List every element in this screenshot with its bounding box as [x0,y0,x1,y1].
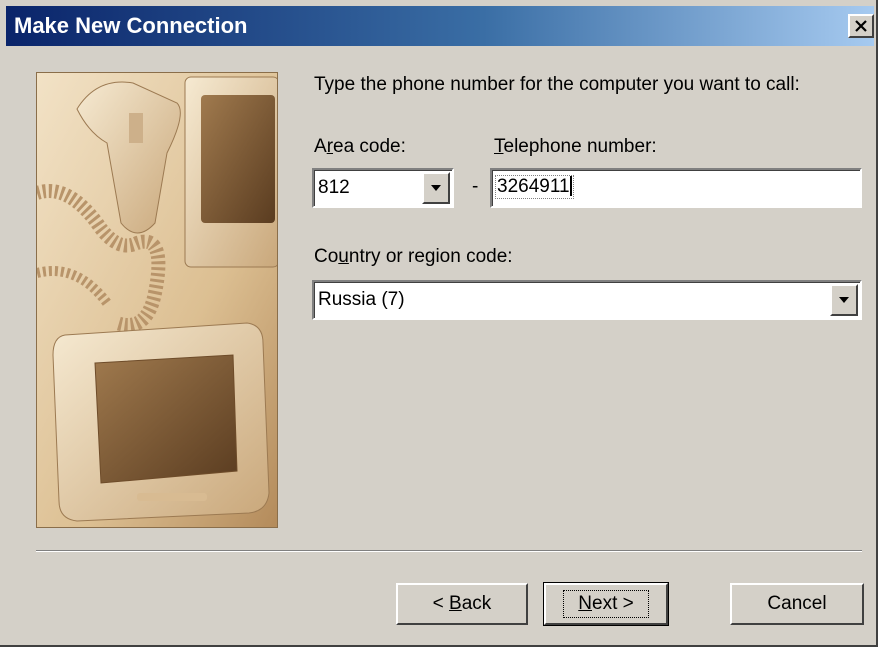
area-code-label-rest: ea code: [333,136,406,157]
chevron-down-icon [430,179,442,197]
telephone-accelerator: T [494,136,504,157]
area-code-label: Area code: [314,136,406,158]
back-button[interactable]: < Back [396,583,528,625]
window-title: Make New Connection [14,13,248,38]
telephone-number-value: 3264911 [495,175,574,199]
telephone-label-rest: elephone number: [503,136,657,157]
area-code-value: 812 [318,177,350,198]
telephone-number-input[interactable]: 3264911 [490,168,862,208]
country-region-select[interactable]: Russia (7) [312,280,862,320]
country-label: Country or region code: [314,246,513,268]
back-button-label: < Back [433,593,492,615]
chevron-down-icon [838,291,850,309]
title-bar[interactable]: Make New Connection [6,6,874,46]
close-button[interactable] [848,14,874,38]
button-separator [36,550,862,552]
next-button[interactable]: Next > [543,582,669,626]
area-code-label-part: A [314,136,327,157]
back-accelerator: B [449,593,462,614]
next-label-rest: ext > [592,593,634,614]
cancel-button-label: Cancel [767,593,827,614]
area-code-combobox[interactable]: 812 [312,168,454,208]
text-caret [569,176,572,196]
country-label-rest: ntry or region code: [348,246,513,267]
back-label-rest: ack [461,593,492,614]
country-dropdown-button[interactable] [830,284,858,316]
make-new-connection-dialog: Make New Connection Type the phone numbe… [0,0,878,647]
country-region-value: Russia (7) [318,289,405,310]
close-icon [854,20,868,32]
country-accelerator: u [338,246,349,267]
wizard-illustration [36,72,278,528]
area-separator-dash: - [472,176,479,197]
next-accelerator: N [578,593,592,614]
country-label-part: Co [314,246,339,267]
telephone-label: Telephone number: [494,136,657,158]
next-button-label: Next > [563,590,649,618]
telephone-number-text: 3264911 [497,176,570,197]
area-code-dropdown-button[interactable] [422,172,450,204]
instruction-text: Type the phone number for the computer y… [314,74,800,95]
back-arrow-text: < [432,593,450,614]
cancel-button[interactable]: Cancel [730,583,864,625]
